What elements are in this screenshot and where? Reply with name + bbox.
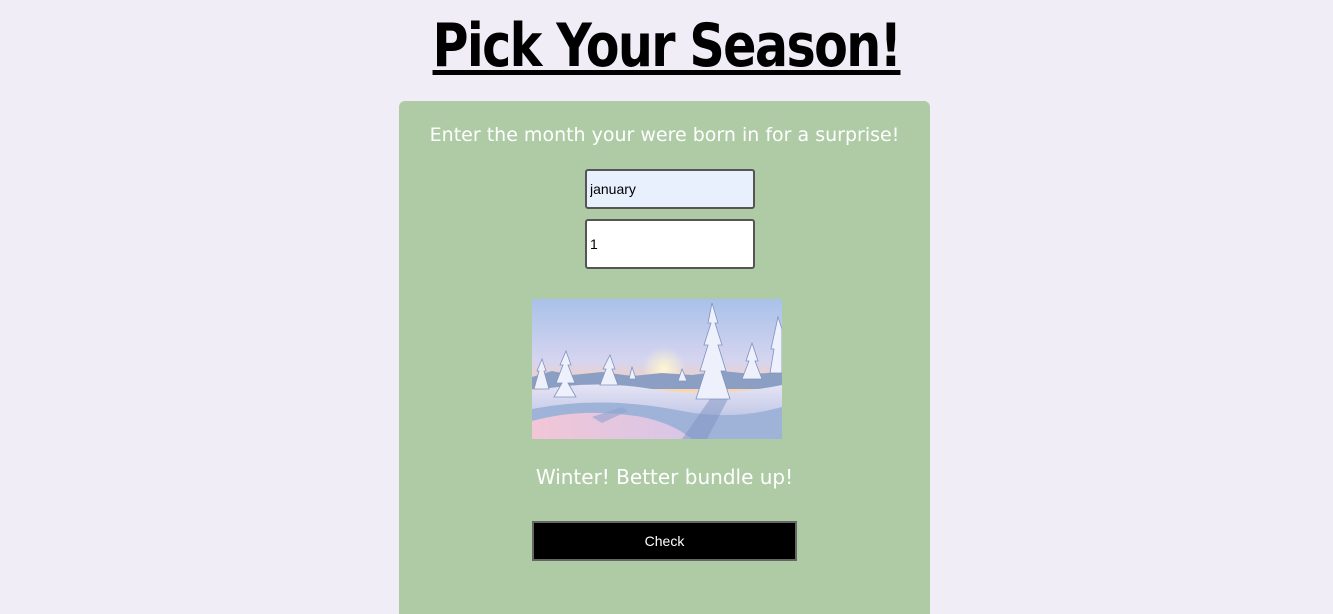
- prompt-text: Enter the month your were born in for a …: [429, 124, 900, 146]
- number-input[interactable]: [585, 219, 755, 269]
- result-text: Winter! Better bundle up!: [535, 465, 794, 489]
- page: Pick Your Season! Enter the month your w…: [0, 0, 1333, 614]
- winter-landscape-image: [532, 299, 782, 439]
- month-input[interactable]: [585, 169, 755, 209]
- check-button[interactable]: Check: [532, 521, 797, 561]
- season-card: Enter the month your were born in for a …: [399, 101, 930, 614]
- page-title-text: Pick Your Season!: [432, 11, 903, 81]
- page-title: Pick Your Season!: [120, 8, 1213, 84]
